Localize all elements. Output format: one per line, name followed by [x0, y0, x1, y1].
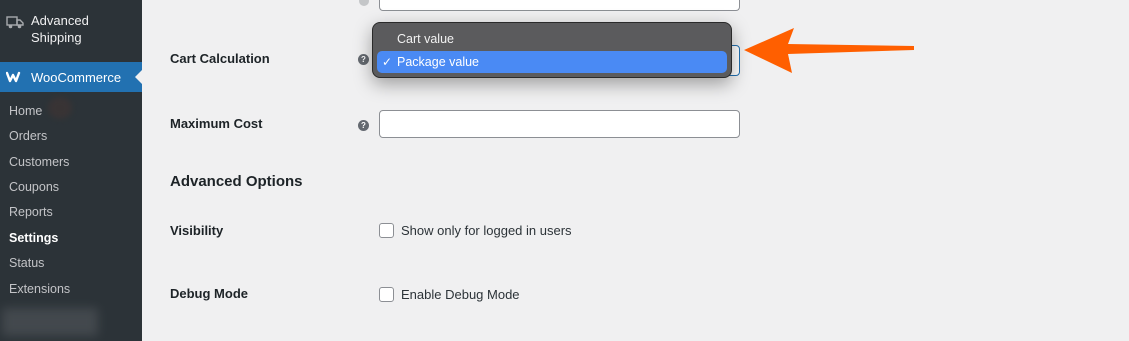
submenu-item-extensions[interactable]: Extensions: [9, 282, 70, 296]
help-icon[interactable]: ?: [358, 54, 369, 65]
visibility-label: Visibility: [170, 223, 224, 238]
debug-mode-checkbox[interactable]: [379, 287, 394, 302]
admin-sidebar: Advanced Shipping WooCommerce Home Order…: [0, 0, 142, 341]
woocommerce-submenu: Home Orders Customers Coupons Reports Se…: [0, 92, 142, 341]
maximum-cost-input[interactable]: [379, 110, 740, 138]
previous-field-input[interactable]: [379, 0, 740, 11]
help-icon: [359, 0, 369, 6]
submenu-item-reports[interactable]: Reports: [9, 205, 53, 219]
cart-calculation-label: Cart Calculation: [170, 51, 270, 66]
submenu-item-customers[interactable]: Customers: [9, 155, 69, 169]
active-menu-notch: [135, 70, 142, 84]
submenu-item-home[interactable]: Home: [9, 104, 42, 118]
dropdown-option-cart-value[interactable]: Cart value: [377, 28, 727, 50]
sidebar-item-advanced-shipping[interactable]: Advanced Shipping: [0, 0, 142, 62]
visibility-checkbox-label[interactable]: Show only for logged in users: [401, 223, 572, 238]
sidebar-item-woocommerce[interactable]: WooCommerce: [0, 62, 142, 92]
truck-icon: [6, 16, 24, 29]
redaction-blur: [48, 97, 72, 119]
checkmark-icon: ✓: [382, 55, 393, 69]
debug-mode-checkbox-label[interactable]: Enable Debug Mode: [401, 287, 520, 302]
submenu-item-orders[interactable]: Orders: [9, 129, 47, 143]
redaction-blur: [2, 308, 98, 336]
advanced-options-heading: Advanced Options: [170, 173, 303, 190]
sidebar-item-label: WooCommerce: [31, 70, 122, 85]
maximum-cost-label: Maximum Cost: [170, 116, 263, 131]
submenu-item-status[interactable]: Status: [9, 256, 44, 270]
dropdown-option-label: Cart value: [397, 32, 454, 46]
submenu-item-coupons[interactable]: Coupons: [9, 180, 59, 194]
help-icon[interactable]: ?: [358, 120, 369, 131]
debug-mode-label: Debug Mode: [170, 286, 248, 301]
annotation-arrow-icon: [744, 28, 914, 73]
visibility-checkbox[interactable]: [379, 223, 394, 238]
submenu-item-settings[interactable]: Settings: [9, 231, 58, 245]
dropdown-option-label: Package value: [397, 55, 480, 69]
dropdown-option-package-value[interactable]: ✓ Package value: [377, 51, 727, 73]
sidebar-item-label: Advanced Shipping: [31, 13, 89, 45]
cart-calculation-dropdown-menu: Cart value ✓ Package value: [372, 22, 732, 78]
woocommerce-icon: [6, 71, 21, 83]
